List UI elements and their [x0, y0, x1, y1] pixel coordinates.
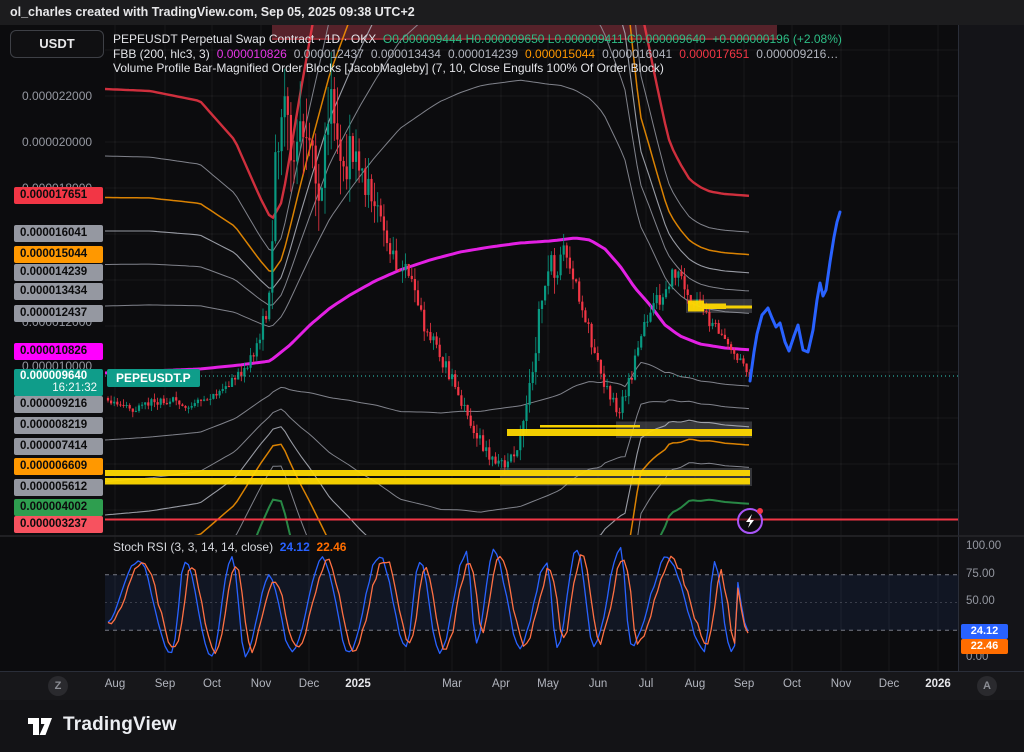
price-level-badge: 0.000008219 [14, 417, 103, 434]
time-axis-label: Mar [442, 678, 462, 690]
stoch-legend-row[interactable]: Stoch RSI (3, 3, 14, 14, close) 24.12 22… [113, 540, 346, 554]
symbol-tag: PEPEUSDT.P [107, 369, 200, 387]
time-axis-label: Oct [203, 678, 221, 690]
price-level-badge: 0.000017651 [14, 187, 103, 204]
time-axis-label: Nov [251, 678, 271, 690]
price-level-badge: 0.000003237 [14, 516, 103, 533]
time-axis-label: Aug [685, 678, 705, 690]
volume-profile-title: Volume Profile Bar-Magnified Order Block… [113, 61, 664, 75]
tradingview-logo[interactable]: TradingView [26, 711, 177, 739]
stoch-title: Stoch RSI (3, 3, 14, 14, close) [113, 540, 273, 554]
price-level-badge: 0.000013434 [14, 283, 103, 300]
tradingview-window: ol_charles created with TradingView.com,… [0, 0, 1024, 752]
price-level-badge: 0.000006609 [14, 458, 103, 475]
tradingview-logo-text: TradingView [63, 714, 177, 736]
price-level-badge: 0.000015044 [14, 246, 103, 263]
high-value: 0.000009650 [474, 32, 544, 46]
time-axis-label: Jul [639, 678, 654, 690]
stoch-value-badge: 24.12 [961, 624, 1008, 639]
time-axis-label: 2025 [345, 678, 371, 690]
attribution-text: ol_charles created with TradingView.com,… [10, 5, 415, 19]
legend: PEPEUSDT Perpetual Swap Contract · 1D · … [113, 32, 842, 76]
fbb-title: FBB (200, hlc3, 3) [113, 47, 210, 61]
time-axis-label: Nov [831, 678, 851, 690]
zoom-reset-button[interactable]: Z [48, 676, 68, 696]
time-axis-label: Dec [879, 678, 899, 690]
change-percent: (+2.08%) [793, 32, 842, 46]
fbb-band-value: 0.000012437 [294, 47, 364, 61]
close-value: 0.000009640 [636, 32, 706, 46]
time-axis-label: May [537, 678, 559, 690]
change-value: +0.000000196 [712, 32, 789, 46]
stoch-axis-label: 50.00 [966, 595, 995, 607]
price-level-badge: 0.000009216 [14, 396, 103, 413]
time-axis-label: Aug [105, 678, 125, 690]
fbb-band-value: 0.000014239 [448, 47, 518, 61]
stoch-k-value: 24.12 [280, 540, 310, 554]
auto-fit-button[interactable]: A [977, 676, 997, 696]
stoch-axis-label: 75.00 [966, 568, 995, 580]
stoch-d-value: 22.46 [316, 540, 346, 554]
fbb-band-value: 0.000015044 [525, 47, 595, 61]
low-value: 0.000009411 [554, 32, 623, 46]
tradingview-logo-icon [26, 711, 54, 739]
fbb-band-value: 0.000010826 [217, 47, 287, 61]
open-value: 0.000009444 [392, 32, 462, 46]
symbol-legend-row[interactable]: PEPEUSDT Perpetual Swap Contract · 1D · … [113, 32, 842, 47]
time-axis-label: Oct [783, 678, 801, 690]
symbol-title: PEPEUSDT Perpetual Swap Contract · 1D · … [113, 32, 376, 46]
stoch-axis-label: 100.00 [966, 540, 1001, 552]
fbb-band-value: 0.000013434 [371, 47, 441, 61]
time-axis-label: Jun [589, 678, 608, 690]
price-level-badge: 0.000016041 [14, 225, 103, 242]
time-axis-label: Apr [492, 678, 510, 690]
time-axis-label: Dec [299, 678, 319, 690]
time-axis[interactable] [0, 671, 1024, 700]
price-level-badge: 0.000007414 [14, 438, 103, 455]
price-level-badge: 0.000004002 [14, 499, 103, 516]
current-price-badge: 0.000009640 16:21:32 [14, 369, 103, 396]
time-axis-label: 2026 [925, 678, 951, 690]
volume-profile-legend-row[interactable]: Volume Profile Bar-Magnified Order Block… [113, 61, 842, 76]
bar-countdown: 16:21:32 [20, 382, 97, 394]
attribution-bar: ol_charles created with TradingView.com,… [0, 0, 1024, 25]
time-axis-label: Sep [155, 678, 175, 690]
price-level-badge: 0.000014239 [14, 264, 103, 281]
fbb-band-value: 0.000017651 [679, 47, 749, 61]
time-axis-label: Sep [734, 678, 754, 690]
lightning-marker [738, 508, 763, 533]
price-level-badge: 0.000012437 [14, 305, 103, 322]
current-price-value: 0.000009640 [20, 370, 97, 382]
fbb-legend-row[interactable]: FBB (200, hlc3, 3) 0.000010826 0.000012437… [113, 47, 842, 62]
fbb-band-value: 0.000009216… [756, 47, 838, 61]
fbb-band-value: 0.000016041 [602, 47, 672, 61]
price-axis-label: 0.000022000 [22, 89, 92, 103]
price-axis-label: 0.000020000 [22, 135, 92, 149]
price-level-badge: 0.000010826 [14, 343, 103, 360]
stoch-value-badge: 22.46 [961, 639, 1008, 654]
price-level-badge: 0.000005612 [14, 479, 103, 496]
currency-button[interactable]: USDT [10, 30, 104, 58]
